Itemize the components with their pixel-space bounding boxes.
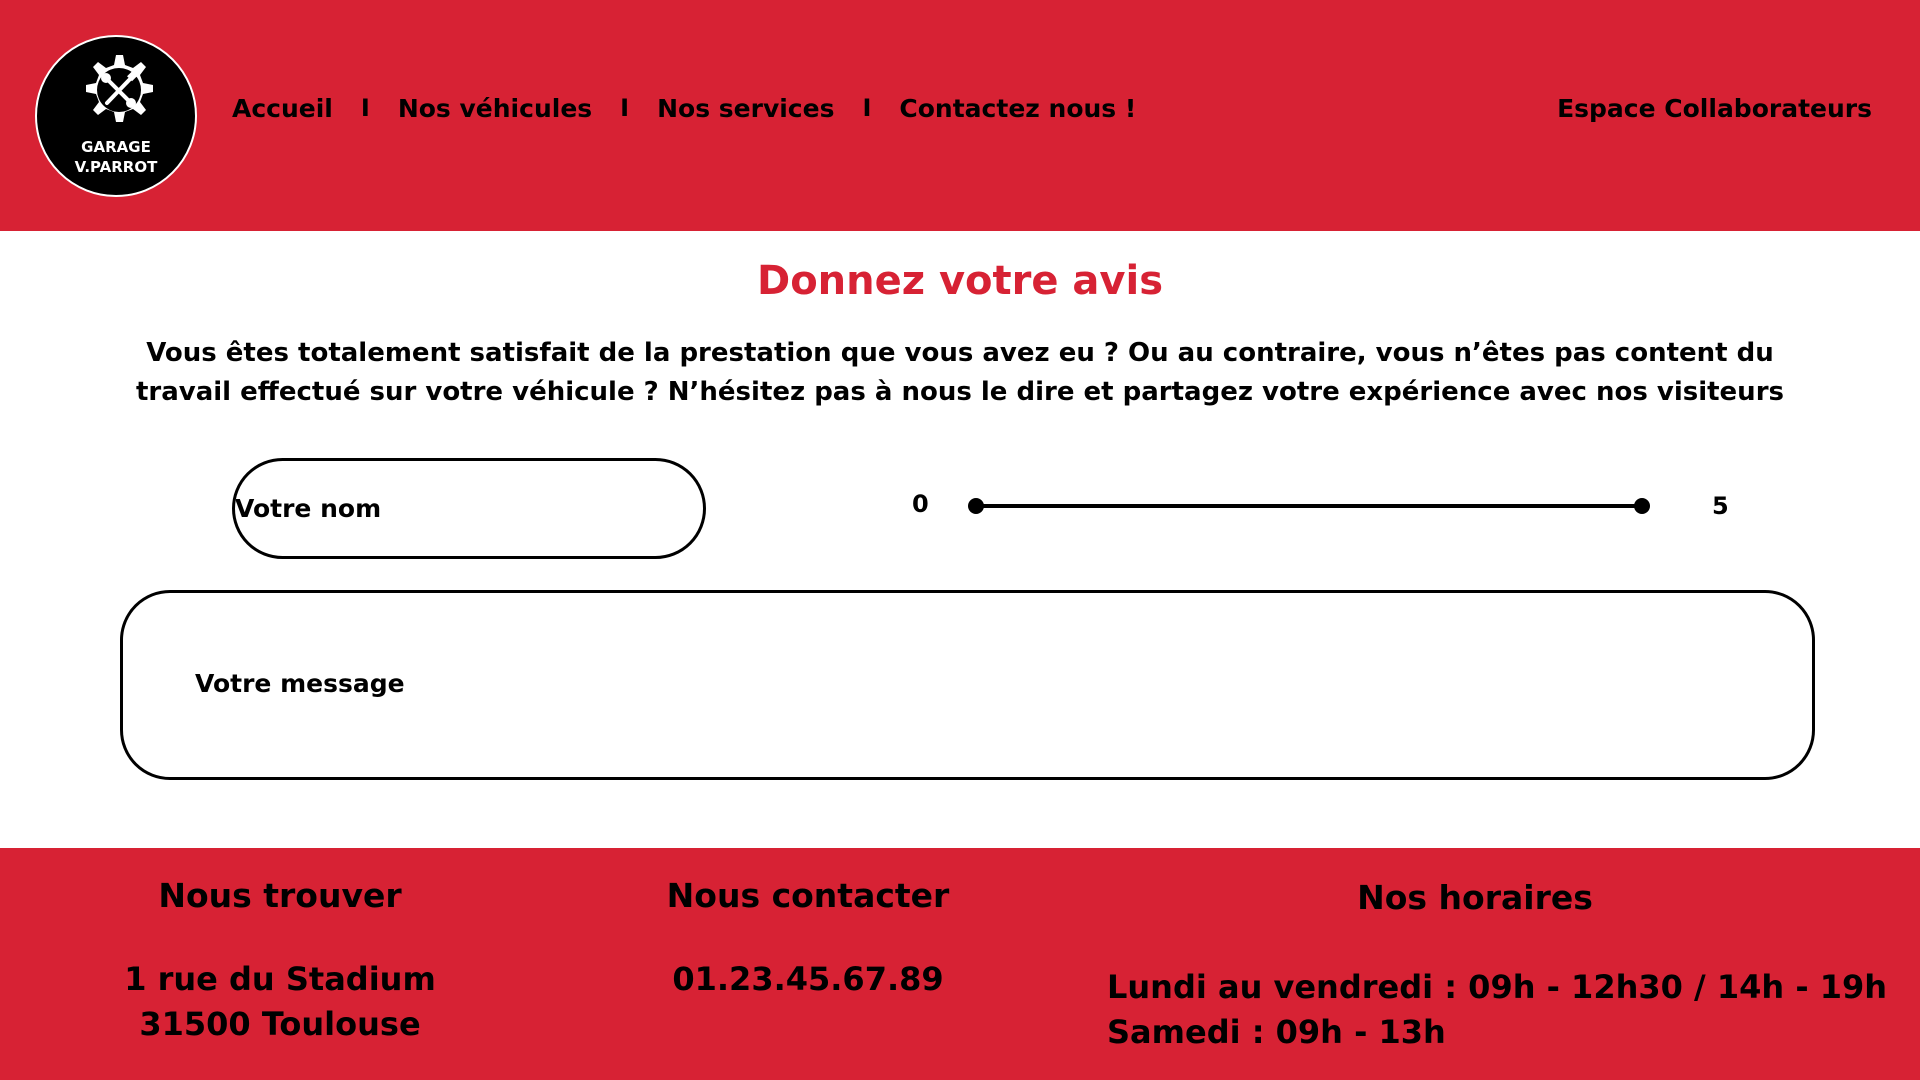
hours-weekdays: Lundi au vendredi : 09h - 12h30 / 14h - … (1107, 968, 1888, 1006)
main-nav: Accueil I Nos véhicules I Nos services I… (232, 90, 1136, 126)
staff-area-link[interactable]: Espace Collaborateurs (1557, 90, 1872, 126)
name-input[interactable] (232, 458, 706, 559)
contact-title: Nous contacter (666, 876, 950, 915)
gear-wrench-screwdriver-icon (86, 55, 153, 122)
message-placeholder: Votre message (195, 669, 405, 698)
hours-saturday: Samedi : 09h - 13h (1107, 1013, 1446, 1051)
address-line2: 31500 Toulouse (139, 1005, 421, 1043)
address-line1: 1 rue du Stadium (124, 960, 436, 998)
rating-min-label: 0 (912, 490, 929, 518)
logo-text-line1: GARAGE (81, 138, 151, 156)
rating-min-handle[interactable] (968, 498, 984, 514)
nav-separator: I (360, 94, 370, 122)
garage-logo[interactable]: GARAGE V.PARROT (35, 35, 197, 197)
hours-lines: Lundi au vendredi : 09h - 12h30 / 14h - … (1107, 965, 1887, 1055)
nav-separator: I (862, 94, 872, 122)
hours-title: Nos horaires (1357, 878, 1593, 917)
nav-services[interactable]: Nos services (657, 94, 834, 123)
nav-vehicles[interactable]: Nos véhicules (398, 94, 592, 123)
nav-home[interactable]: Accueil (232, 94, 333, 123)
nav-separator: I (620, 94, 630, 122)
footer-find-us: Nous trouver 1 rue du Stadium 31500 Toul… (80, 876, 480, 1047)
rating-max-label: 5 (1712, 492, 1729, 520)
rating-track[interactable] (976, 504, 1642, 508)
logo-text-line2: V.PARROT (74, 158, 158, 176)
page-title: Donnez votre avis (756, 258, 1163, 304)
phone-number: 01.23.45.67.89 (672, 960, 944, 998)
logo-text: GARAGE V.PARROT (75, 137, 158, 177)
address: 1 rue du Stadium 31500 Toulouse (80, 957, 480, 1047)
nav-contact[interactable]: Contactez nous ! (899, 94, 1136, 123)
site-footer: Nous trouver 1 rue du Stadium 31500 Toul… (0, 848, 1920, 1080)
footer-contact: Nous contacter 01.23.45.67.89 (608, 876, 1008, 1002)
rating-slider[interactable]: 0 5 (900, 480, 1740, 532)
intro-text: Vous êtes totalement satisfait de la pre… (135, 338, 1784, 407)
site-header: GARAGE V.PARROT Accueil I Nos véhicules … (0, 0, 1920, 231)
find-us-title: Nous trouver (158, 876, 402, 915)
message-textarea[interactable]: Votre message (120, 590, 1815, 780)
rating-max-handle[interactable] (1634, 498, 1650, 514)
